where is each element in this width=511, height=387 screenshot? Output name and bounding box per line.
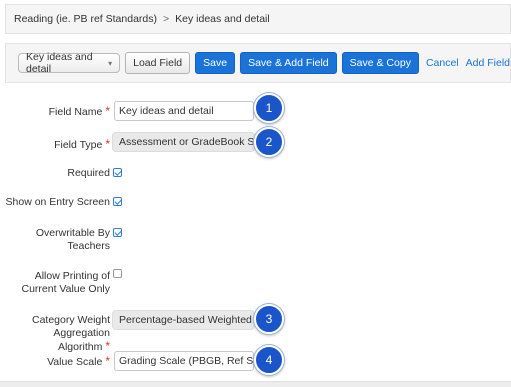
field-name-label: Field Name * xyxy=(48,104,110,119)
required-asterisk: * xyxy=(105,339,110,353)
callout-badge-4: 4 xyxy=(254,345,284,375)
save-copy-button[interactable]: Save & Copy xyxy=(341,52,419,74)
value-scale-label: Value Scale * xyxy=(47,354,110,369)
required-label: Required xyxy=(67,167,110,179)
field-name-input[interactable]: Key ideas and detail xyxy=(114,101,254,121)
required-asterisk: * xyxy=(105,137,110,151)
category-weight-label: Category Weight Aggregation Algorithm * xyxy=(31,314,110,353)
allow-printing-checkbox[interactable] xyxy=(113,269,122,278)
overwritable-label: Overwritable By Teachers xyxy=(35,227,110,252)
show-on-entry-label: Show on Entry Screen xyxy=(5,196,110,208)
field-type-label: Field Type * xyxy=(54,137,110,152)
required-asterisk: * xyxy=(105,354,110,368)
breadcrumb-parent-link[interactable]: Reading (ie. PB ref Standards) xyxy=(14,13,157,25)
load-field-button[interactable]: Load Field xyxy=(125,52,191,74)
value-scale-select[interactable]: Grading Scale (PBGB, Ref Standa xyxy=(114,351,254,371)
required-asterisk: * xyxy=(105,104,110,118)
overwritable-checkbox[interactable] xyxy=(113,228,122,237)
breadcrumb-current: Key ideas and detail xyxy=(175,13,270,25)
save-add-field-button[interactable]: Save & Add Field xyxy=(240,52,337,74)
save-button[interactable]: Save xyxy=(195,52,236,74)
callout-badge-2: 2 xyxy=(254,127,284,157)
field-select-value: Key ideas and detail xyxy=(26,51,93,75)
chevron-down-icon: ▾ xyxy=(108,58,113,68)
footer-divider xyxy=(0,381,511,387)
cancel-link[interactable]: Cancel xyxy=(426,57,459,69)
callout-badge-1: 1 xyxy=(254,93,284,123)
breadcrumb: Reading (ie. PB ref Standards) > Key ide… xyxy=(5,4,511,34)
add-field-link[interactable]: Add Field xyxy=(466,57,510,69)
field-type-value: Assessment or GradeBook Score xyxy=(112,132,255,152)
field-toolbar: Key ideas and detail ▾ Load Field Save S… xyxy=(5,43,511,83)
show-on-entry-checkbox[interactable] xyxy=(113,197,122,206)
allow-printing-label: Allow Printing of Current Value Only xyxy=(21,270,110,295)
callout-badge-3: 3 xyxy=(254,304,284,334)
category-weight-value: Percentage-based Weighted Aver xyxy=(112,310,255,330)
field-select[interactable]: Key ideas and detail ▾ xyxy=(18,51,121,75)
breadcrumb-separator: > xyxy=(163,13,170,25)
required-checkbox[interactable] xyxy=(113,168,122,177)
